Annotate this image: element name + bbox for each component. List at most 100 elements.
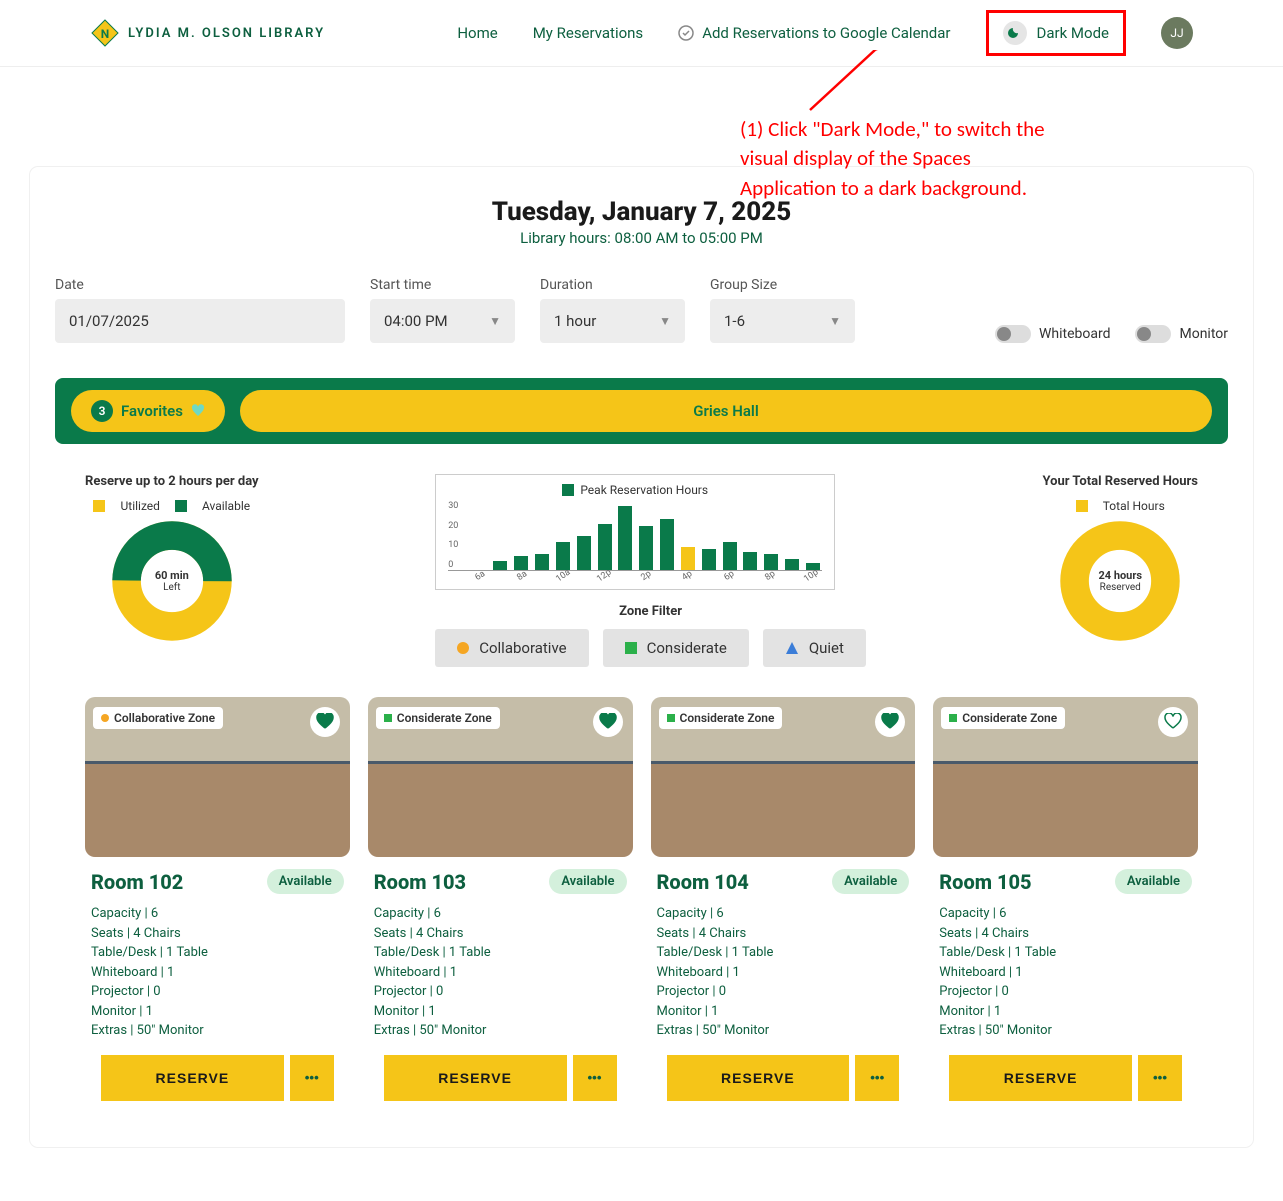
hall-tab[interactable]: Gries Hall [240,390,1212,432]
favorites-label: Favorites [121,402,183,420]
status-badge: Available [1115,869,1192,894]
room-detail: Extras | 50" Monitor [657,1021,910,1041]
status-badge: Available [832,869,909,894]
room-image: Considerate Zone [651,697,916,857]
total-hours-donut: 24 hoursReserved [1060,521,1180,641]
room-detail: Seats | 4 Chairs [657,924,910,944]
whiteboard-toggle[interactable] [995,325,1031,343]
nav-gcal[interactable]: Add Reservations to Google Calendar [678,24,950,42]
rooms-grid: Collaborative Zone Room 102 Available Ca… [55,687,1228,1117]
room-detail: Whiteboard | 1 [374,963,627,983]
reserve-button[interactable]: RESERVE [101,1055,284,1101]
favorite-button[interactable] [875,707,905,737]
room-image: Considerate Zone [368,697,633,857]
status-badge: Available [549,869,626,894]
nav-gcal-label: Add Reservations to Google Calendar [702,24,950,42]
reserve-button[interactable]: RESERVE [949,1055,1132,1101]
more-options-button[interactable]: ••• [855,1055,899,1101]
room-detail: Extras | 50" Monitor [374,1021,627,1041]
room-detail: Extras | 50" Monitor [91,1021,344,1041]
nav-reservations[interactable]: My Reservations [533,24,643,42]
stats-row: Reserve up to 2 hours per day Utilized A… [55,464,1228,687]
date-input[interactable]: 01/07/2025 [55,299,345,343]
room-image: Collaborative Zone [85,697,350,857]
room-detail: Seats | 4 Chairs [939,924,1192,944]
duration-select[interactable]: 1 hour▼ [540,299,685,343]
zone-quiet[interactable]: Quiet [763,629,866,667]
room-detail: Projector | 0 [374,982,627,1002]
nav-bar: Home My Reservations Add Reservations to… [457,10,1193,56]
room-name: Room 102 [91,870,183,894]
status-badge: Available [267,869,344,894]
total-hours-title: Your Total Reserved Hours [1043,474,1198,489]
annotation-text: (1) Click "Dark Mode," to switch the vis… [740,115,1070,203]
zone-badge: Considerate Zone [941,707,1065,729]
moon-icon-wrap [1003,21,1027,45]
room-card: Considerate Zone Room 105 Available Capa… [933,697,1198,1107]
favorites-count: 3 [91,400,113,422]
start-time-select[interactable]: 04:00 PM▼ [370,299,515,343]
peak-and-zone-block: Peak Reservation Hours 3020100 6a8a10a12… [435,474,866,667]
room-detail: Whiteboard | 1 [939,963,1192,983]
chevron-down-icon: ▼ [659,314,671,328]
room-detail: Capacity | 6 [374,904,627,924]
more-options-button[interactable]: ••• [1138,1055,1182,1101]
monitor-toggle[interactable] [1135,325,1171,343]
zone-badge: Considerate Zone [376,707,500,729]
zone-filter-title: Zone Filter [435,604,866,619]
square-icon [625,642,637,654]
room-name: Room 104 [657,870,749,894]
room-detail: Monitor | 1 [939,1002,1192,1022]
annotation-highlight: Dark Mode [986,10,1126,56]
room-detail: Whiteboard | 1 [657,963,910,983]
nav-home[interactable]: Home [457,24,497,42]
room-detail: Capacity | 6 [657,904,910,924]
moon-icon [1008,26,1022,40]
utilization-title: Reserve up to 2 hours per day [85,474,259,489]
room-detail: Monitor | 1 [91,1002,344,1022]
svg-text:N: N [101,27,109,41]
dark-mode-toggle[interactable]: Dark Mode [991,15,1121,51]
duration-label: Duration [540,277,685,293]
reserve-button[interactable]: RESERVE [384,1055,567,1101]
room-detail: Whiteboard | 1 [91,963,344,983]
room-card: Considerate Zone Room 104 Available Capa… [651,697,916,1107]
zone-badge: Collaborative Zone [93,707,223,729]
favorite-button[interactable] [593,707,623,737]
group-size-label: Group Size [710,277,855,293]
zone-badge: Considerate Zone [659,707,783,729]
room-detail: Projector | 0 [91,982,344,1002]
main-content: Tuesday, January 7, 2025 Library hours: … [30,167,1253,1147]
room-detail: Table/Desk | 1 Table [657,943,910,963]
room-name: Room 105 [939,870,1031,894]
start-time-label: Start time [370,277,515,293]
circle-icon [457,642,469,654]
total-hours-block: Your Total Reserved Hours Total Hours 24… [1043,474,1198,667]
room-detail: Extras | 50" Monitor [939,1021,1192,1041]
room-detail: Projector | 0 [939,982,1192,1002]
reserve-button[interactable]: RESERVE [667,1055,850,1101]
logo[interactable]: N LYDIA M. OLSON LIBRARY [90,18,325,48]
user-avatar[interactable]: JJ [1161,17,1193,49]
library-hours: Library hours: 08:00 AM to 05:00 PM [55,229,1228,247]
heart-icon [191,404,205,418]
room-detail: Capacity | 6 [91,904,344,924]
library-name: LYDIA M. OLSON LIBRARY [128,26,325,41]
favorite-button[interactable] [310,707,340,737]
favorite-button[interactable] [1158,707,1188,737]
more-options-button[interactable]: ••• [573,1055,617,1101]
room-name: Room 103 [374,870,466,894]
favorites-tab[interactable]: 3 Favorites [71,390,225,432]
utilization-block: Reserve up to 2 hours per day Utilized A… [85,474,259,667]
zone-considerate[interactable]: Considerate [603,629,749,667]
room-detail: Projector | 0 [657,982,910,1002]
zone-collaborative[interactable]: Collaborative [435,629,588,667]
group-size-select[interactable]: 1-6▼ [710,299,855,343]
check-circle-icon [678,25,694,41]
peak-chart: Peak Reservation Hours 3020100 6a8a10a12… [435,474,835,590]
library-logo-icon: N [90,18,120,48]
room-detail: Monitor | 1 [374,1002,627,1022]
room-detail: Table/Desk | 1 Table [374,943,627,963]
more-options-button[interactable]: ••• [290,1055,334,1101]
location-tabs: 3 Favorites Gries Hall [55,378,1228,444]
